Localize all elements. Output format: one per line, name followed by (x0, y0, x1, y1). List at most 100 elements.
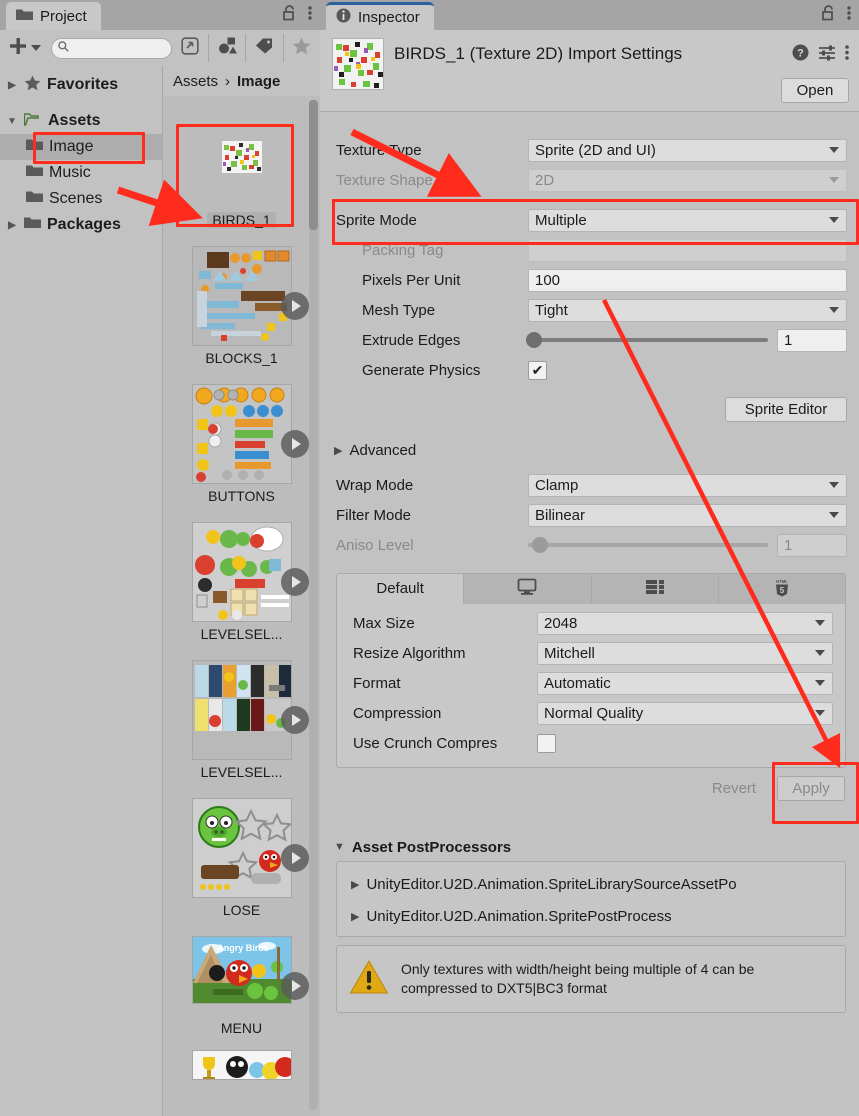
compression-dropdown[interactable]: Normal Quality (537, 701, 833, 725)
tab-project[interactable]: Project (6, 2, 101, 30)
scrollbar-thumb[interactable] (309, 100, 318, 230)
asset-postprocessors-foldout[interactable]: ▼ Asset PostProcessors (320, 833, 859, 861)
asset-grid-scrollarea[interactable]: BIRDS_1 BLOCKS_1 BUTTONS LEVELSEL... LEV… (163, 96, 320, 1116)
mesh-type-dropdown[interactable]: Tight (528, 298, 847, 322)
warning-line-1: Only textures with width/height being mu… (401, 961, 755, 978)
sprite-mode-row: Sprite Mode Multiple (320, 205, 859, 235)
list-item[interactable]: BIRDS_1 (173, 108, 311, 228)
wrap-mode-value: Clamp (535, 476, 579, 494)
star-icon (292, 37, 311, 60)
sidebar-item-scenes[interactable]: Scenes (0, 186, 162, 212)
slider-handle[interactable] (526, 332, 542, 348)
lock-open-icon[interactable] (822, 5, 836, 26)
tab-server[interactable] (591, 574, 719, 604)
expand-window-button[interactable] (172, 32, 208, 64)
chevron-down-icon[interactable]: ▼ (6, 116, 18, 127)
asset-grid-scrollbar[interactable] (309, 100, 318, 1110)
play-preview-icon[interactable] (280, 292, 309, 320)
kebab-menu-icon[interactable] (847, 5, 851, 26)
open-button[interactable]: Open (781, 78, 849, 103)
chevron-right-icon[interactable]: ▶ (334, 444, 342, 457)
warning-message-box: Only textures with width/height being mu… (336, 945, 846, 1013)
chevron-right-icon[interactable]: ▶ (351, 910, 359, 923)
lock-open-icon[interactable] (283, 5, 297, 26)
slider-track[interactable] (526, 332, 768, 348)
asset-label: BUTTONS (208, 488, 275, 504)
extrude-edges-slider[interactable]: 1 (526, 328, 847, 352)
max-size-dropdown[interactable]: 2048 (537, 611, 833, 635)
favorites-button[interactable] (284, 32, 320, 64)
inspector-window-controls (822, 5, 851, 26)
revert-button[interactable]: Revert (699, 776, 769, 801)
list-item[interactable]: LEVELSEL... (173, 522, 311, 642)
breadcrumb-root[interactable]: Assets (173, 73, 218, 90)
chevron-right-icon[interactable]: ▶ (6, 220, 18, 231)
tab-default[interactable]: Default (337, 574, 465, 604)
mesh-type-row: Mesh Type Tight (320, 295, 859, 325)
play-preview-icon[interactable] (280, 972, 309, 1000)
chevron-right-icon[interactable]: ▶ (6, 80, 18, 91)
breadcrumb: Assets › Image (163, 66, 320, 96)
chevron-down-icon (829, 482, 839, 488)
project-toolbar (0, 30, 320, 66)
tab-inspector[interactable]: Inspector (326, 2, 434, 30)
filter-mode-dropdown[interactable]: Bilinear (528, 503, 847, 527)
kebab-menu-icon[interactable] (308, 5, 312, 26)
sprite-mode-dropdown[interactable]: Multiple (528, 208, 847, 232)
list-item[interactable]: LOSE (173, 798, 311, 918)
chevron-down-icon (815, 620, 825, 626)
play-preview-icon[interactable] (280, 430, 309, 458)
extrude-edges-value-input[interactable]: 1 (777, 328, 847, 352)
warning-text: Only textures with width/height being mu… (401, 960, 754, 998)
aniso-level-value: 1 (777, 533, 847, 557)
list-item[interactable] (173, 1050, 311, 1080)
play-preview-icon[interactable] (280, 706, 309, 734)
chevron-down-icon[interactable]: ▼ (334, 841, 345, 853)
sprite-editor-button[interactable]: Sprite Editor (725, 397, 847, 422)
filter-by-label-button[interactable] (246, 32, 282, 64)
create-asset-button[interactable] (8, 36, 41, 61)
tree-item-assets[interactable]: ▼ Assets (0, 108, 162, 134)
use-crunch-checkbox[interactable] (537, 733, 556, 753)
list-item[interactable]: LEVELSEL... (173, 660, 311, 780)
inspector-tabbar: Inspector (320, 0, 859, 30)
pixels-per-unit-input[interactable]: 100 (528, 268, 847, 292)
list-item[interactable]: ▶ UnityEditor.U2D.Animation.SpritePostPr… (337, 900, 845, 932)
sprite-mode-value: Multiple (535, 211, 587, 229)
resize-algorithm-dropdown[interactable]: Mitchell (537, 641, 833, 665)
apply-button[interactable]: Apply (777, 776, 845, 801)
tree-item-favorites[interactable]: ▶ Favorites (0, 72, 162, 98)
search-field-wrapper[interactable] (51, 37, 172, 59)
advanced-foldout[interactable]: ▶ Advanced (320, 436, 859, 464)
preset-sliders-icon[interactable] (818, 44, 836, 66)
texture-type-dropdown[interactable]: Sprite (2D and UI) (528, 138, 847, 162)
shapes-filter-icon (218, 36, 237, 60)
tree-item-packages[interactable]: ▶ Packages (0, 212, 162, 238)
folder-open-icon (23, 112, 42, 131)
list-item[interactable]: ▶ UnityEditor.U2D.Animation.SpriteLibrar… (337, 868, 845, 900)
svg-text:HTML: HTML (776, 579, 788, 584)
asset-label: MENU (220, 1020, 263, 1036)
asset-thumbnail (191, 108, 292, 208)
wrap-mode-dropdown[interactable]: Clamp (528, 473, 847, 497)
list-item[interactable]: Angry Birds MENU (173, 936, 311, 1036)
aniso-level-label: Aniso Level (336, 536, 414, 554)
list-item[interactable]: BLOCKS_1 (173, 246, 311, 366)
play-preview-icon[interactable] (280, 844, 309, 872)
sidebar-item-image[interactable]: Image (0, 134, 162, 160)
filter-by-type-button[interactable] (209, 32, 245, 64)
list-item[interactable]: BUTTONS (173, 384, 311, 504)
generate-physics-checkbox[interactable]: ✔ (528, 360, 547, 380)
chevron-right-icon[interactable]: ▶ (351, 878, 359, 891)
format-dropdown[interactable]: Automatic (537, 671, 833, 695)
tab-webgl[interactable]: HTML 5 (718, 574, 845, 604)
kebab-menu-icon[interactable] (845, 44, 849, 66)
sidebar-item-music[interactable]: Music (0, 160, 162, 186)
postprocessor-label: UnityEditor.U2D.Animation.SpriteLibraryS… (366, 875, 737, 893)
play-preview-icon[interactable] (280, 568, 309, 596)
asset-postprocessors-label: Asset PostProcessors (351, 838, 512, 856)
asset-thumbnail (191, 522, 292, 622)
tab-standalone[interactable] (464, 574, 592, 604)
help-circle-icon[interactable]: ? (792, 44, 809, 66)
search-input[interactable] (73, 41, 169, 55)
